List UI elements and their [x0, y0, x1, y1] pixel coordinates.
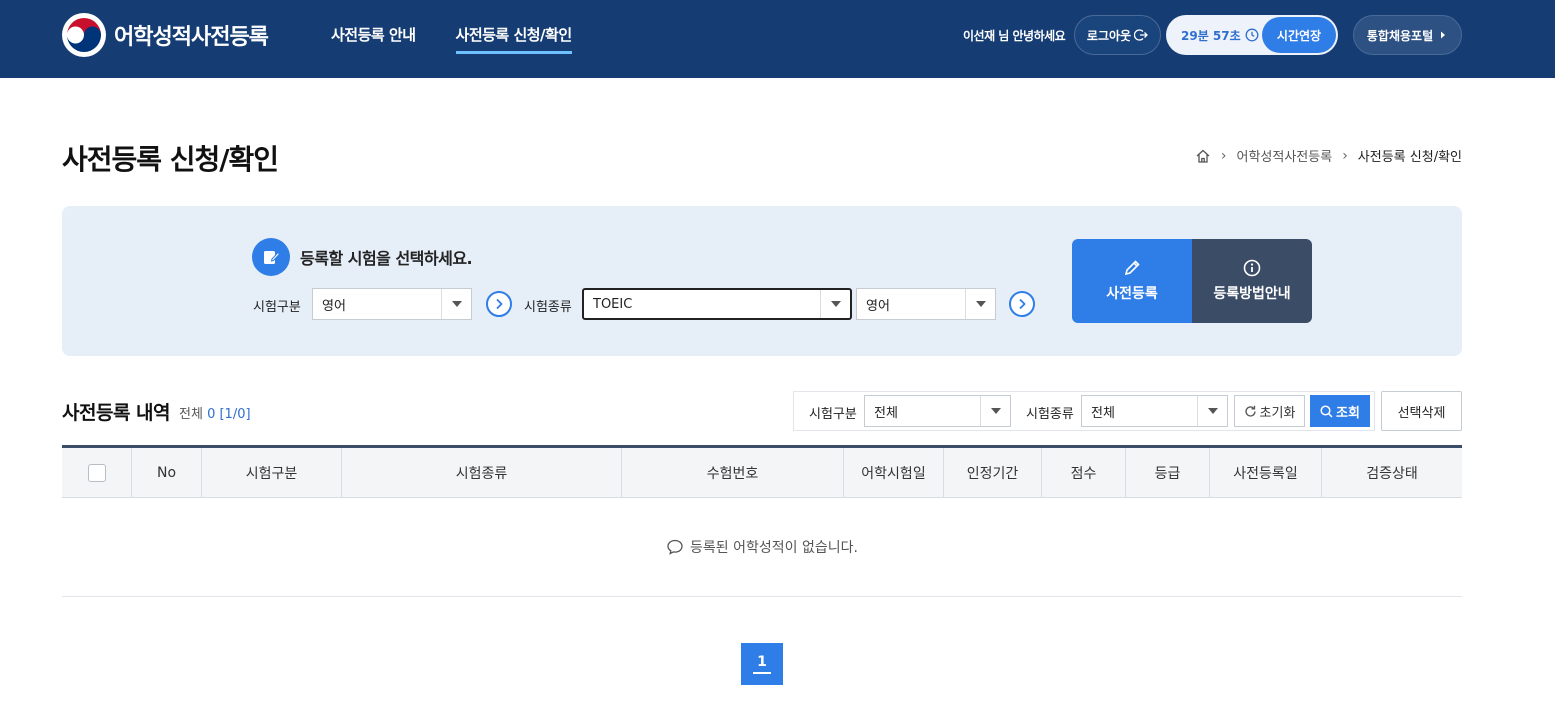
logo-text: 어학성적사전등록 [114, 25, 269, 50]
reset-label: 초기화 [1259, 405, 1296, 421]
nav-apply[interactable]: 사전등록 신청/확인 [455, 24, 572, 54]
exam-kind-select[interactable]: TOEIC [582, 288, 852, 320]
column-header: 등급 [1126, 448, 1210, 497]
top-header: 어학성적사전등록 사전등록 안내 사전등록 신청/확인 이선재 님 안녕하세요 … [0, 0, 1555, 78]
header-checkbox-cell [62, 448, 132, 497]
column-header: 인정기간 [944, 448, 1042, 497]
edit-document-icon [252, 238, 290, 276]
exam-type-label: 시험구분 [253, 300, 301, 315]
history-count: 전체 0 [1/0] [179, 403, 251, 422]
table-header: No 시험구분 시험종류 수험번호 어학시험일 인정기간 점수 등급 사전등록일… [62, 445, 1462, 498]
exam-type-select[interactable]: 영어 [312, 288, 472, 320]
dropdown-arrow-icon [441, 289, 471, 319]
history-filter-bar: 시험구분 전체 시험종류 전체 초기화 조회 [793, 391, 1375, 431]
nav-guide[interactable]: 사전등록 안내 [331, 24, 416, 54]
page-title: 사전등록 신청/확인 [62, 143, 279, 176]
exam-language-select[interactable]: 영어 [856, 288, 996, 320]
clock-icon [1245, 28, 1259, 42]
logout-label: 로그아웃 [1086, 28, 1132, 43]
search-icon [1320, 404, 1333, 418]
dropdown-arrow-icon [980, 396, 1010, 426]
search-label: 조회 [1336, 405, 1360, 421]
register-button[interactable]: 사전등록 [1072, 239, 1192, 323]
timer-value: 29분 57초 [1181, 28, 1241, 43]
exam-language-value: 영어 [866, 298, 890, 314]
extend-time-button[interactable]: 시간연장 [1262, 17, 1336, 53]
user-greeting: 이선재 님 안녕하세요 [963, 29, 1066, 43]
exam-type-value: 영어 [322, 298, 346, 314]
dropdown-arrow-icon [820, 290, 850, 318]
logout-icon [1134, 29, 1148, 41]
taegeuk-logo-icon [62, 13, 106, 57]
history-title: 사전등록 내역 [62, 402, 171, 424]
column-header: 사전등록일 [1210, 448, 1322, 497]
portal-label: 통합채용포털 [1366, 28, 1434, 43]
history-table: No 시험구분 시험종류 수험번호 어학시험일 인정기간 점수 등급 사전등록일… [62, 445, 1462, 597]
next-step-icon [486, 291, 512, 317]
search-button[interactable]: 조회 [1310, 395, 1370, 427]
filter-kind-value: 전체 [1091, 405, 1115, 421]
home-icon[interactable] [1195, 148, 1211, 164]
page-number: 1 [753, 654, 771, 674]
breadcrumb: › 어학성적사전등록 › 사전등록 신청/확인 [1195, 146, 1462, 165]
timer-value-wrap: 29분 57초 [1181, 27, 1259, 44]
exam-select-panel: 등록할 시험을 선택하세요. 시험구분 영어 시험종류 TOEIC 영어 사전등… [62, 206, 1462, 356]
main-nav: 사전등록 안내 사전등록 신청/확인 [331, 24, 612, 54]
select-all-checkbox[interactable] [87, 463, 106, 482]
page-number-button[interactable]: 1 [741, 643, 783, 685]
chevron-right-icon: › [1220, 147, 1227, 164]
logout-button[interactable]: 로그아웃 [1074, 15, 1161, 55]
exam-kind-value: TOEIC [593, 296, 633, 312]
info-icon [1243, 259, 1261, 277]
reset-button[interactable]: 초기화 [1234, 395, 1305, 427]
filter-type-value: 전체 [874, 405, 898, 421]
column-header: 점수 [1042, 448, 1126, 497]
count-prefix: 전체 [179, 407, 203, 422]
breadcrumb-item[interactable]: 어학성적사전등록 [1237, 146, 1333, 165]
panel-title: 등록할 시험을 선택하세요. [300, 249, 473, 268]
filter-kind-select[interactable]: 전체 [1081, 395, 1228, 427]
count-page: [1/0] [219, 407, 251, 422]
session-timer: 29분 57초 시간연장 [1166, 15, 1338, 55]
chevron-right-icon: › [1342, 147, 1348, 164]
registration-guide-button[interactable]: 등록방법안내 [1192, 239, 1312, 323]
column-header: 검증상태 [1366, 465, 1418, 482]
column-header: 시험구분 [202, 448, 342, 497]
column-header: 수험번호 [622, 448, 844, 497]
dropdown-arrow-icon [1197, 396, 1227, 426]
column-header: 시험종류 [342, 448, 622, 497]
filter-type-label: 시험구분 [809, 407, 857, 422]
filter-kind-label: 시험종류 [1026, 407, 1074, 422]
panel-heading: 등록할 시험을 선택하세요. [252, 238, 473, 276]
empty-message: 등록된 어학성적이 없습니다. [690, 540, 858, 556]
breadcrumb-current: 사전등록 신청/확인 [1357, 150, 1462, 165]
portal-button[interactable]: 통합채용포털 [1353, 15, 1462, 55]
next-step-icon [1009, 291, 1035, 317]
refresh-icon [1244, 405, 1256, 417]
filter-type-select[interactable]: 전체 [864, 395, 1011, 427]
count-number: 0 [207, 407, 216, 422]
column-header: No [132, 448, 202, 497]
column-header: 어학시험일 [844, 448, 944, 497]
dropdown-arrow-icon [965, 289, 995, 319]
speech-bubble-icon [667, 539, 683, 555]
empty-table-row: 등록된 어학성적이 없습니다. [62, 498, 1462, 597]
caret-right-icon [1441, 31, 1446, 39]
delete-selected-button[interactable]: 선택삭제 [1381, 391, 1462, 431]
register-label: 사전등록 [1106, 286, 1158, 302]
exam-kind-label: 시험종류 [524, 300, 572, 315]
logo[interactable]: 어학성적사전등록 [62, 13, 269, 57]
pencil-icon [1124, 260, 1140, 276]
guide-label: 등록방법안내 [1213, 286, 1291, 302]
